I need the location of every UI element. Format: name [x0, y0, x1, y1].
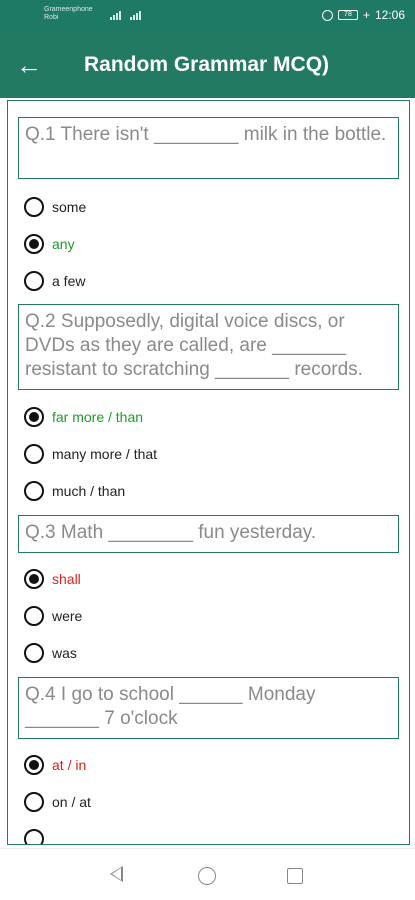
option-label: some	[52, 199, 87, 215]
option-label: much / than	[52, 483, 126, 499]
option-label: many more / that	[52, 446, 158, 462]
back-button[interactable]: ←	[0, 32, 58, 98]
option-label: were	[52, 608, 83, 624]
question-4: Q.4 I go to school ______ Monday _______…	[18, 677, 399, 739]
radio-button[interactable]	[24, 481, 44, 501]
option-q3-3[interactable]: was	[24, 638, 77, 668]
radio-button[interactable]	[24, 829, 44, 844]
charging-icon: +	[362, 8, 370, 22]
question-1: Q.1 There isn't ________ milk in the bot…	[18, 117, 399, 179]
option-q3-1[interactable]: shall	[24, 564, 81, 594]
app-bar: ← Random Grammar MCQ)	[0, 32, 415, 98]
status-right: 78 + 12:06	[321, 8, 405, 22]
carrier-1: Grameenphone	[44, 6, 93, 13]
signal-icon	[130, 10, 141, 20]
option-q2-1[interactable]: far more / than	[24, 402, 143, 432]
radio-button[interactable]	[24, 444, 44, 464]
nav-recents-icon[interactable]	[287, 868, 303, 884]
clock: 12:06	[374, 8, 405, 22]
option-q3-2[interactable]: were	[24, 601, 82, 631]
page-title: Random Grammar MCQ)	[84, 53, 330, 76]
option-q1-3[interactable]: a few	[24, 266, 85, 296]
option-label: far more / than	[52, 409, 144, 425]
option-label: on / at	[52, 794, 91, 810]
option-label: was	[52, 645, 77, 661]
radio-button[interactable]	[24, 234, 44, 254]
status-bar: Grameenphone Robi 78 + 12:06	[0, 0, 415, 32]
option-q2-2[interactable]: many more / that	[24, 439, 157, 469]
quiz-list[interactable]: Q.1 There isn't ________ milk in the bot…	[7, 100, 410, 845]
radio-button[interactable]	[24, 569, 44, 589]
option-q4-1[interactable]: at / in	[24, 750, 86, 780]
question-2: Q.2 Supposedly, digital voice discs, or …	[18, 304, 399, 390]
option-q4-2[interactable]: on / at	[24, 787, 91, 817]
arrow-left-icon: ←	[16, 49, 42, 80]
option-q4-3-partial[interactable]	[24, 824, 52, 844]
carrier-2: Robi	[44, 14, 59, 21]
option-label: shall	[52, 571, 81, 587]
battery-icon: 78	[337, 10, 358, 20]
carrier-names: Grameenphone Robi	[44, 6, 93, 22]
alarm-icon	[321, 9, 333, 21]
signal-icon	[110, 10, 121, 20]
system-nav-bar	[0, 848, 415, 900]
question-3: Q.3 Math ________ fun yesterday.	[18, 515, 399, 553]
option-label: at / in	[52, 757, 87, 773]
nav-back-icon[interactable]	[110, 866, 123, 882]
radio-button[interactable]	[24, 755, 44, 775]
radio-button[interactable]	[24, 606, 44, 626]
option-label: any	[52, 236, 75, 252]
option-q1-1[interactable]: some	[24, 192, 86, 222]
option-q1-2[interactable]: any	[24, 229, 75, 259]
radio-button[interactable]	[24, 407, 44, 427]
radio-button[interactable]	[24, 271, 44, 291]
nav-home-icon[interactable]	[198, 867, 216, 885]
radio-button[interactable]	[24, 792, 44, 812]
option-q2-3[interactable]: much / than	[24, 476, 125, 506]
radio-button[interactable]	[24, 197, 44, 217]
option-label: a few	[52, 273, 86, 289]
radio-button[interactable]	[24, 643, 44, 663]
